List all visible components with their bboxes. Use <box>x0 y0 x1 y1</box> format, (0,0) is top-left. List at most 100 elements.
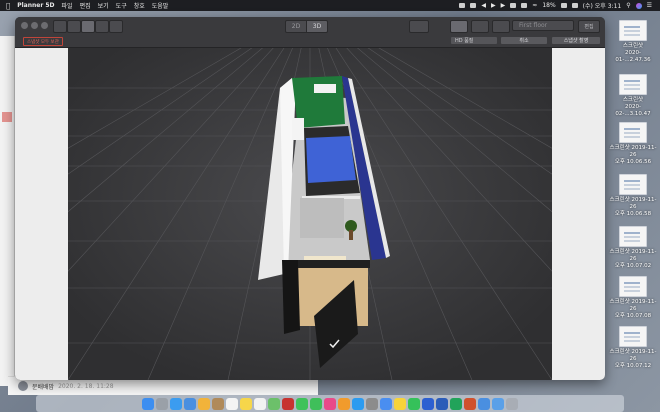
menu-edit[interactable]: 편집 <box>80 1 91 10</box>
grid-icon[interactable] <box>67 20 81 33</box>
file-thumbnail-icon <box>619 326 647 347</box>
media-prev-icon[interactable]: ◀ <box>481 2 486 9</box>
status-icon[interactable] <box>459 3 466 8</box>
desktop-file-3[interactable]: 스크린샷 2019-11-26 오후 10.06.56 <box>608 122 658 166</box>
preferences-icon[interactable] <box>366 397 378 410</box>
photo-booth-icon[interactable] <box>282 397 294 410</box>
share-icon[interactable] <box>492 20 510 33</box>
floorplan-icon[interactable] <box>53 20 67 33</box>
app-menu[interactable]: Planner 5D <box>17 2 54 9</box>
launchpad-icon[interactable] <box>156 397 168 410</box>
file-name-line1: 스크린샷 2019-11-26 <box>609 349 657 362</box>
bluetooth-icon[interactable] <box>521 3 528 8</box>
menu-window[interactable]: 창호 <box>134 1 145 10</box>
front-frame-top <box>298 260 370 268</box>
volume-icon[interactable] <box>510 3 517 8</box>
battery-text[interactable]: 18% <box>542 2 555 9</box>
facetime-icon[interactable] <box>310 397 322 410</box>
catalog-icon[interactable] <box>81 20 95 33</box>
menu-file[interactable]: 파일 <box>62 1 73 10</box>
cancel-button[interactable]: 취소 <box>501 37 547 44</box>
clock[interactable]: (수) 오후 3:11 <box>583 1 622 10</box>
excel-icon[interactable] <box>450 397 462 410</box>
planner5d-icon[interactable] <box>422 397 434 410</box>
finder-icon[interactable] <box>142 397 154 410</box>
background-app-window[interactable] <box>0 36 15 386</box>
search-icon[interactable]: ⚲ <box>626 2 630 9</box>
apple-icon[interactable]:  <box>6 2 10 10</box>
mail-icon[interactable] <box>184 397 196 410</box>
menu-tools[interactable]: 도구 <box>116 1 127 10</box>
menu-view[interactable]: 보기 <box>98 1 109 10</box>
ibooks-icon[interactable] <box>338 397 350 410</box>
bed-mattress[interactable] <box>306 136 356 183</box>
snapshot-tag[interactable]: 스냅샷 모두 보관 <box>23 37 63 46</box>
file-name-line1: 스크린샷 2019-11-26 <box>609 145 657 158</box>
finder-window-icon[interactable] <box>478 397 490 410</box>
status-icon[interactable] <box>470 3 477 8</box>
word-icon[interactable] <box>436 397 448 410</box>
wifi-icon[interactable]: ≈ <box>532 2 537 9</box>
camera-icon[interactable] <box>450 20 468 33</box>
battery-icon[interactable] <box>560 3 567 8</box>
file-name-line1: 스크린샷 2019-11-26 <box>609 249 657 262</box>
undo-icon[interactable] <box>409 20 429 33</box>
itunes-icon[interactable] <box>324 397 336 410</box>
desktop-file-4[interactable]: 스크린샷 2019-11-26 오후 10.06.58 <box>608 174 658 218</box>
quality-select[interactable]: HD 품질 <box>451 37 497 44</box>
siri-icon[interactable] <box>635 2 642 9</box>
downloads-icon[interactable] <box>492 397 504 410</box>
desktop-file-7[interactable]: 스크린샷 2019-11-26 오후 10.07.12 <box>608 326 658 370</box>
photos-icon[interactable] <box>198 397 210 410</box>
wardrobe[interactable] <box>292 118 304 140</box>
flag-icon[interactable] <box>571 3 578 8</box>
book-icon[interactable] <box>95 20 109 33</box>
floor-select[interactable]: First floor <box>512 20 574 31</box>
chrome-icon[interactable] <box>380 397 392 410</box>
desk-area[interactable] <box>300 198 344 238</box>
background-app-badge <box>2 112 12 122</box>
line-icon[interactable] <box>408 397 420 410</box>
notification-center-icon[interactable]: ☰ <box>647 2 652 9</box>
desktop-file-2[interactable]: 스크린샷 2020-02-...3.10.47 <box>608 74 658 118</box>
file-thumbnail-icon <box>619 226 647 247</box>
settings-button[interactable]: 편집 <box>578 20 600 33</box>
messages-icon[interactable] <box>296 397 308 410</box>
minimize-window-button[interactable] <box>31 22 38 29</box>
desktop-file-6[interactable]: 스크린샷 2019-11-26 오후 10.07.08 <box>608 276 658 320</box>
air-conditioner[interactable] <box>314 84 336 93</box>
close-window-button[interactable] <box>21 22 28 29</box>
reminders-icon[interactable] <box>254 397 266 410</box>
contacts-icon[interactable] <box>212 397 224 410</box>
3d-viewport[interactable] <box>68 48 552 380</box>
file-thumbnail-icon <box>619 276 647 297</box>
view-2d-button[interactable]: 2D <box>285 20 307 33</box>
comment-time: 2020. 2. 18. 11:28 <box>58 382 114 390</box>
calendar-icon[interactable] <box>226 397 238 410</box>
heart-icon[interactable] <box>109 20 123 33</box>
view-3d-button[interactable]: 3D <box>306 20 328 33</box>
avatar <box>18 381 28 391</box>
media-play-icon[interactable]: ▶ <box>491 2 496 9</box>
powerpoint-icon[interactable] <box>464 397 476 410</box>
zoom-window-button[interactable] <box>41 22 48 29</box>
take-snapshot-button[interactable]: 스냅샷 촬영 <box>552 37 600 44</box>
right-panel <box>552 48 605 380</box>
3d-scene[interactable] <box>68 48 552 380</box>
safari-icon[interactable] <box>170 397 182 410</box>
trash-icon[interactable] <box>506 397 518 410</box>
kakaotalk-icon[interactable] <box>394 397 406 410</box>
comment-user: 문배배맘 <box>32 383 55 391</box>
fullscreen-icon[interactable] <box>471 20 489 33</box>
desktop-file-1[interactable]: 스크린샷 2020-01-...2.47.36 <box>608 20 658 64</box>
app-store-icon[interactable] <box>352 397 364 410</box>
front-frame-left <box>282 260 300 334</box>
menu-help[interactable]: 도움말 <box>152 1 169 10</box>
file-name-line2: 오후 10.07.02 <box>614 263 652 269</box>
maps-icon[interactable] <box>268 397 280 410</box>
file-name-line1: 스크린샷 2019-11-26 <box>609 197 657 210</box>
media-next-icon[interactable]: ▶ <box>501 2 506 9</box>
file-name-line2: 오후 10.06.58 <box>614 211 652 217</box>
notes-icon[interactable] <box>240 397 252 410</box>
desktop-file-5[interactable]: 스크린샷 2019-11-26 오후 10.07.02 <box>608 226 658 270</box>
